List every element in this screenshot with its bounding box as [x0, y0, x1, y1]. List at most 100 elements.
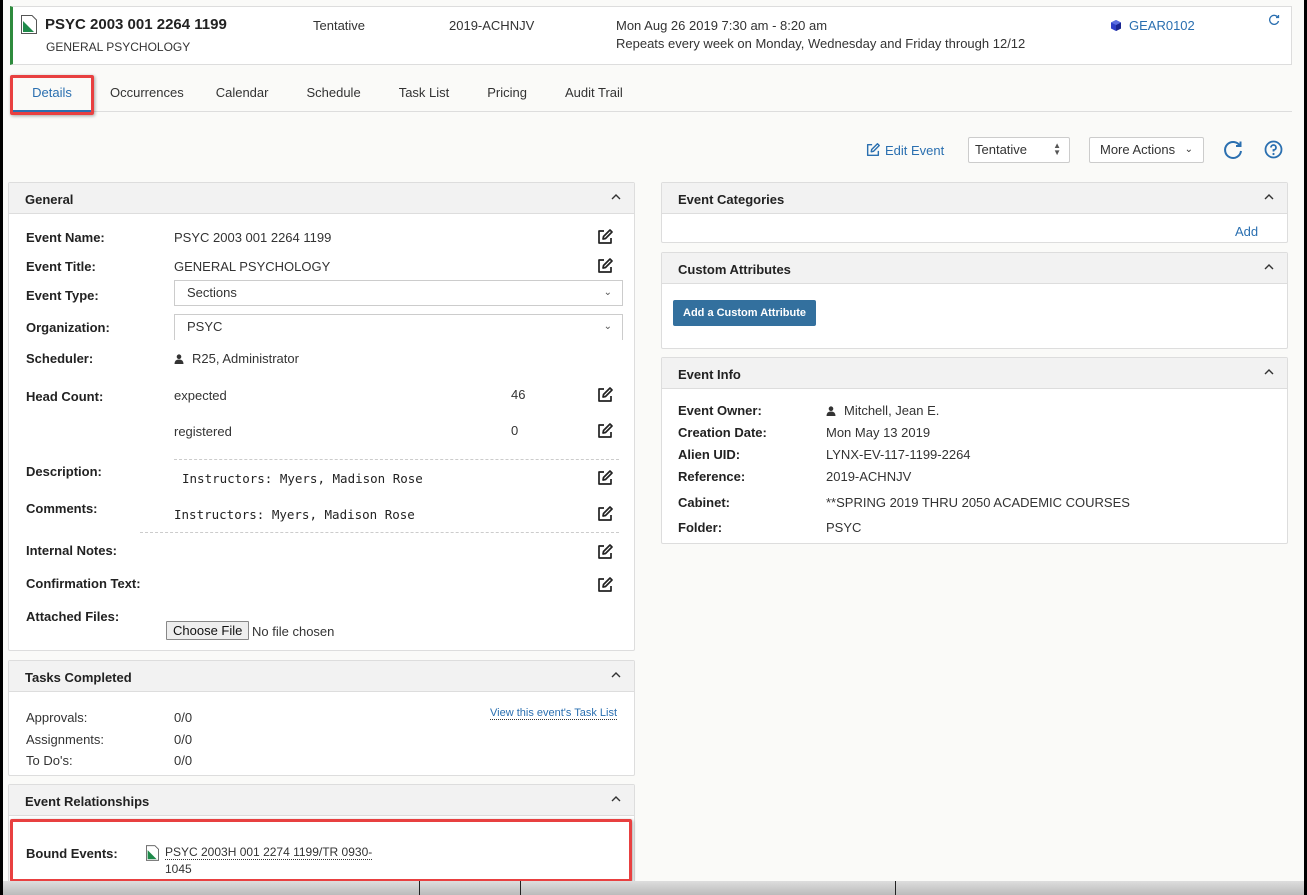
tab-task-list[interactable]: Task List	[380, 78, 469, 112]
edit-icon[interactable]	[596, 576, 614, 594]
event-info-header[interactable]: Event Info	[662, 358, 1287, 389]
person-icon	[826, 406, 836, 416]
edit-icon[interactable]	[596, 257, 614, 275]
folder-value: PSYC	[826, 520, 862, 535]
event-owner-label: Event Owner:	[678, 403, 762, 418]
head-count-label: Head Count:	[26, 389, 104, 404]
event-title-value: GENERAL PSYCHOLOGY	[174, 259, 331, 274]
edit-event-button[interactable]: Edit Event	[865, 142, 944, 158]
edit-icon[interactable]	[596, 386, 614, 404]
event-owner-name: Mitchell, Jean E.	[844, 403, 940, 418]
general-panel-header[interactable]: General	[9, 183, 634, 214]
chevron-up-icon[interactable]	[610, 793, 622, 805]
edit-icon[interactable]	[596, 469, 614, 487]
choose-file-button[interactable]: Choose File	[166, 621, 250, 640]
bound-event-link[interactable]: PSYC 2003H 001 2274 1199/TR 0930- 1045	[165, 844, 390, 878]
event-reference: 2019-ACHNJV	[449, 18, 535, 33]
cabinet-label: Cabinet:	[678, 495, 730, 510]
event-document-icon	[146, 845, 159, 861]
todos-value: 0/0	[174, 753, 193, 768]
tab-bar: Details Occurrences Calendar Schedule Ta…	[10, 78, 1292, 112]
location-name[interactable]: GEAR0102	[1129, 18, 1195, 33]
more-actions-dropdown[interactable]: More Actions ⌄	[1089, 137, 1204, 163]
relationships-panel: Event Relationships Bound Events: PSYC 2…	[8, 784, 635, 881]
divider	[895, 881, 896, 895]
tasks-panel-header[interactable]: Tasks Completed	[9, 661, 634, 692]
tab-schedule[interactable]: Schedule	[287, 78, 379, 112]
event-document-icon	[21, 15, 37, 34]
no-file-text: No file chosen	[252, 624, 335, 639]
edit-icon	[866, 143, 880, 157]
event-header-card: PSYC 2003 001 2264 1199 GENERAL PSYCHOLO…	[10, 6, 1292, 65]
bound-event-line1[interactable]: PSYC 2003H 001 2274 1199/TR 0930-	[165, 845, 373, 860]
event-info-title: Event Info	[678, 367, 741, 382]
scheduler-label: Scheduler:	[26, 351, 94, 366]
custom-attributes-panel: Custom Attributes Add a Custom Attribute	[661, 252, 1288, 349]
head-count-registered-value: 0	[511, 423, 519, 438]
location-link[interactable]: GEAR0102	[1111, 18, 1195, 33]
state-select[interactable]: Tentative ▲ ▼	[968, 137, 1070, 163]
event-type-select[interactable]: Sections ⌄	[174, 280, 623, 306]
chevron-up-icon[interactable]	[1263, 366, 1275, 378]
event-categories-panel: Event Categories Add	[661, 182, 1288, 243]
refresh-icon[interactable]	[1222, 139, 1244, 161]
edit-icon[interactable]	[596, 228, 614, 246]
event-info-panel: Event Info Event Owner: Mitchell, Jean E…	[661, 357, 1288, 544]
person-icon	[174, 354, 184, 364]
relationships-panel-header[interactable]: Event Relationships	[9, 785, 634, 816]
comments-value: Instructors: Myers, Madison Rose	[174, 507, 415, 522]
edit-event-label: Edit Event	[885, 142, 945, 158]
help-icon[interactable]	[1264, 140, 1283, 159]
tab-occurrences[interactable]: Occurrences	[97, 78, 197, 112]
event-name-value: PSYC 2003 001 2264 1199	[174, 230, 332, 245]
event-name-label: Event Name:	[26, 230, 105, 245]
cabinet-value: **SPRING 2019 THRU 2050 ACADEMIC COURSES	[826, 495, 1130, 510]
event-categories-title: Event Categories	[678, 192, 785, 207]
cube-icon	[1111, 20, 1121, 31]
divider	[520, 881, 521, 895]
approvals-label: Approvals:	[26, 710, 88, 725]
divider	[419, 881, 420, 895]
event-state: Tentative	[313, 18, 366, 33]
head-count-expected-label: expected	[174, 388, 227, 403]
view-task-list-link[interactable]: View this event's Task List	[490, 707, 618, 720]
refresh-icon[interactable]	[1268, 14, 1280, 26]
creation-date-value: Mon May 13 2019	[826, 425, 931, 440]
chevron-up-icon[interactable]	[1263, 191, 1275, 203]
relationships-panel-title: Event Relationships	[25, 794, 150, 809]
tab-pricing[interactable]: Pricing	[468, 78, 546, 112]
tab-calendar[interactable]: Calendar	[197, 78, 288, 112]
organization-value: PSYC	[187, 319, 223, 334]
bound-events-label: Bound Events:	[26, 846, 118, 861]
event-name: PSYC 2003 001 2264 1199	[45, 16, 227, 33]
reference-value: 2019-ACHNJV	[826, 469, 912, 484]
tab-audit-trail[interactable]: Audit Trail	[546, 78, 642, 112]
chevron-up-icon[interactable]	[1263, 261, 1275, 273]
organization-select[interactable]: PSYC ⌄	[174, 314, 623, 340]
assignments-label: Assignments:	[26, 732, 105, 747]
event-owner-value: Mitchell, Jean E.	[826, 403, 939, 418]
edit-icon[interactable]	[596, 543, 614, 561]
scheduler-value: R25, Administrator	[174, 351, 299, 366]
add-category-link[interactable]: Add	[1235, 224, 1258, 239]
event-title: GENERAL PSYCHOLOGY	[46, 40, 191, 54]
internal-notes-label: Internal Notes:	[26, 543, 118, 558]
alien-uid-label: Alien UID:	[678, 447, 741, 462]
divider	[174, 459, 619, 460]
custom-attributes-header[interactable]: Custom Attributes	[662, 253, 1287, 284]
bound-event-line2[interactable]: 1045	[165, 862, 192, 876]
chevron-up-icon[interactable]	[610, 669, 622, 681]
tab-details[interactable]: Details	[13, 78, 91, 112]
event-title-label: Event Title:	[26, 259, 96, 274]
chevron-up-icon[interactable]	[610, 191, 622, 203]
approvals-value: 0/0	[174, 710, 193, 725]
attached-files-label: Attached Files:	[26, 609, 120, 624]
reference-label: Reference:	[678, 469, 746, 484]
chevron-down-icon: ⌄	[603, 321, 612, 332]
event-categories-header[interactable]: Event Categories	[662, 183, 1287, 214]
add-custom-attribute-button[interactable]: Add a Custom Attribute	[673, 300, 817, 326]
edit-icon[interactable]	[596, 505, 614, 523]
divider	[140, 532, 619, 533]
event-type-label: Event Type:	[26, 288, 99, 303]
edit-icon[interactable]	[596, 422, 614, 440]
